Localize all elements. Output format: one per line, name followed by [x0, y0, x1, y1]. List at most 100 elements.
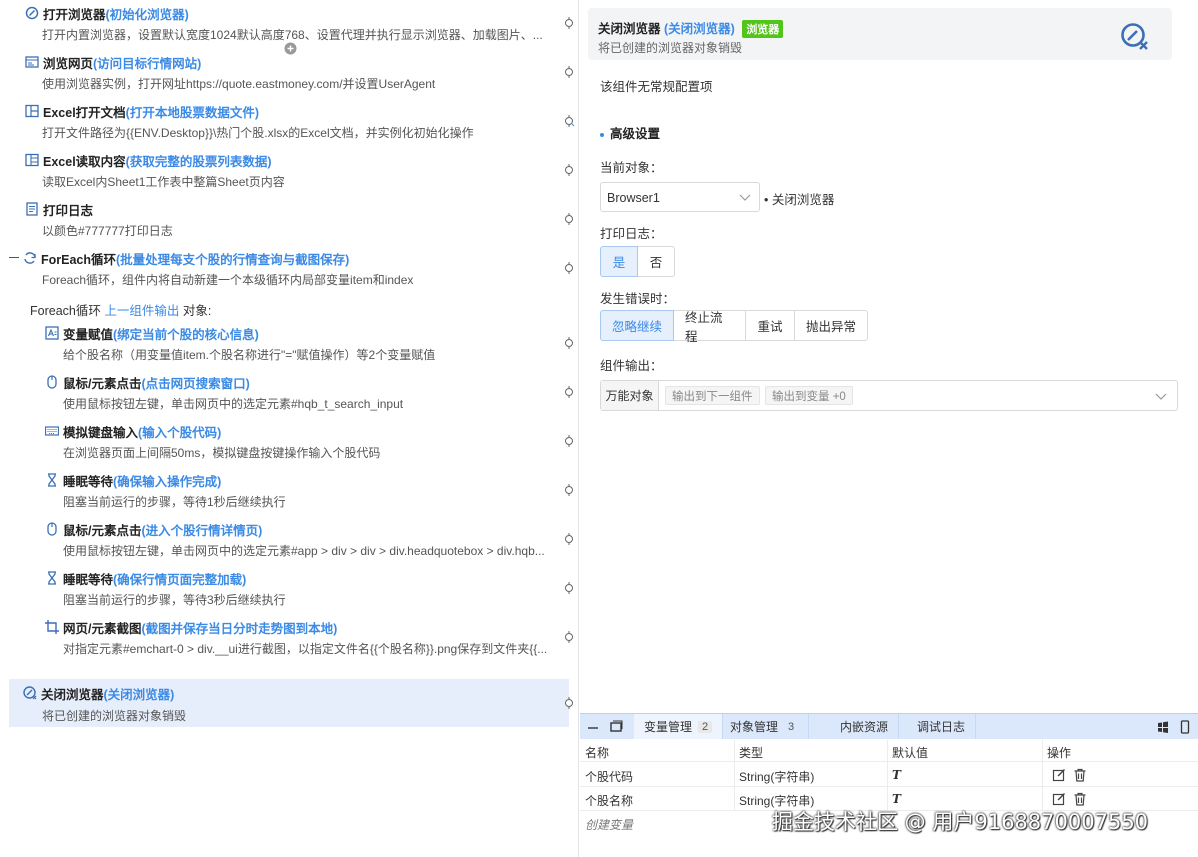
- flow-step-foreach[interactable]: ForEach循环 (批量处理每支个股的行情查询与截图保存) Foreach循环…: [0, 247, 560, 293]
- excel-read-icon: [25, 153, 39, 167]
- step-desc: 使用浏览器实例，打开网址https://quote.eastmoney.com/…: [42, 77, 436, 91]
- flow-step-keyboard[interactable]: 模拟键盘输入 (输入个股代码) 在浏览器页面上间隔50ms，模拟键盘按键操作输入个…: [0, 420, 560, 466]
- connector-handle-icon[interactable]: [563, 262, 575, 274]
- on-error-ignore-button[interactable]: 忽略继续: [600, 310, 674, 341]
- mouse-icon: [45, 375, 59, 389]
- no-config-text: 该组件无常规配置项: [600, 80, 713, 94]
- print-log-yes-button[interactable]: 是: [600, 246, 638, 277]
- step-alias: (确保输入操作完成): [113, 474, 222, 489]
- chevron-down-icon: [739, 194, 751, 201]
- current-object-label: 当前对象：: [600, 161, 663, 175]
- step-title: ForEach循环: [41, 252, 117, 267]
- flow-step-assign[interactable]: 变量赋值 (绑定当前个股的核心信息) 给个股名称（用变量值item.个股名称进行"…: [0, 322, 560, 368]
- output-label: 组件输出：: [600, 359, 663, 373]
- step-alias: (打开本地股票数据文件): [125, 105, 259, 120]
- advanced-settings-heading: 高级设置: [600, 123, 660, 142]
- step-alias: (确保行情页面完整加载): [113, 572, 247, 587]
- flow-panel: 打开浏览器 (初始化浏览器) 打开内置浏览器，设置默认宽度1024默认高度768、…: [0, 0, 578, 857]
- connector-handle-icon[interactable]: [563, 337, 575, 349]
- flow-step-print-log[interactable]: 打印日志 以颜色#777777打印日志: [0, 198, 560, 244]
- flow-step-screenshot[interactable]: 网页/元素截图 (截图并保存当日分时走势图到本地) 对指定元素#emchart-0…: [0, 616, 560, 662]
- tab-objects[interactable]: 对象管理 3: [720, 714, 810, 739]
- edit-icon[interactable]: [1052, 792, 1066, 806]
- connector-handle-icon[interactable]: [563, 164, 575, 176]
- flow-step-excel-read[interactable]: Excel读取内容 (获取完整的股票列表数据) 读取Excel内Sheet1工作表…: [0, 149, 560, 195]
- foreach-target-label: Foreach循环 上一组件输出 对象:: [30, 300, 211, 319]
- var-default-type-icon[interactable]: T: [892, 768, 901, 782]
- tab-count-badge: 3: [788, 720, 795, 733]
- step-title: 鼠标/元素点击: [63, 523, 142, 538]
- connector-handle-icon[interactable]: [563, 213, 575, 225]
- output-chip-next[interactable]: 输出到下一组件: [665, 386, 760, 405]
- step-title: Excel读取内容: [43, 154, 126, 169]
- foreach-target-link[interactable]: 上一组件输出: [104, 304, 179, 318]
- connector-handle-icon[interactable]: [563, 631, 575, 643]
- output-select[interactable]: 万能对象 输出到下一组件 输出到变量 +0: [600, 380, 1178, 411]
- keyboard-icon: [45, 424, 59, 438]
- panel-divider[interactable]: [578, 0, 579, 857]
- table-row[interactable]: 个股代码 String(字符串) T: [580, 763, 1198, 787]
- crop-icon: [45, 620, 59, 634]
- on-error-throw-button[interactable]: 抛出异常: [794, 310, 868, 341]
- connector-handle-icon[interactable]: [563, 533, 575, 545]
- on-error-toggle: 忽略继续 终止流程 重试 抛出异常: [600, 310, 868, 344]
- step-alias: (输入个股代码): [138, 425, 222, 440]
- step-title: 睡眠等待: [63, 572, 114, 587]
- step-title: 关闭浏览器: [41, 687, 104, 702]
- col-type: 类型: [739, 746, 764, 760]
- tab-debug-log[interactable]: 调试日志: [907, 714, 977, 739]
- connector-handle-icon[interactable]: [563, 66, 575, 78]
- log-icon: [25, 202, 39, 216]
- loop-icon: [23, 251, 37, 265]
- step-title: 浏览网页: [43, 56, 94, 71]
- step-title: 打印日志: [43, 203, 94, 218]
- excel-open-icon: [25, 104, 39, 118]
- step-title: Excel打开文档: [43, 105, 126, 120]
- create-variable-link[interactable]: 创建变量: [585, 816, 633, 833]
- connector-handle-icon[interactable]: [563, 435, 575, 447]
- connector-handle-icon[interactable]: [563, 17, 575, 29]
- connector-handle-icon[interactable]: [563, 582, 575, 594]
- step-desc: 读取Excel内Sheet1工作表中整篇Sheet页内容: [42, 175, 285, 189]
- print-log-no-button[interactable]: 否: [637, 246, 675, 277]
- flow-step-excel-open[interactable]: Excel打开文档 (打开本地股票数据文件) 打开文件路径为{{ENV.Deskt…: [0, 100, 560, 146]
- flow-step-click-search[interactable]: 鼠标/元素点击 (点击网页搜索窗口) 使用鼠标按钮左键，单击网页中的选定元素#hq…: [0, 371, 560, 417]
- browser-icon: [25, 6, 39, 20]
- component-name: 关闭浏览器: [598, 22, 661, 36]
- on-error-retry-button[interactable]: 重试: [745, 310, 795, 341]
- step-title: 模拟键盘输入: [63, 425, 139, 440]
- connector-handle-icon[interactable]: [563, 386, 575, 398]
- step-desc: 打开内置浏览器，设置默认宽度1024默认高度768、设置代理并执行显示浏览器、加…: [42, 28, 543, 42]
- delete-icon[interactable]: [1073, 792, 1087, 806]
- minimize-icon[interactable]: [586, 720, 600, 734]
- step-desc: 打开文件路径为{{ENV.Desktop}}\热门个股.xlsx的Excel文档…: [42, 126, 474, 140]
- flow-step-click-detail[interactable]: 鼠标/元素点击 (进入个股行情详情页) 使用鼠标按钮左键，单击网页中的选定元素#a…: [0, 518, 560, 564]
- print-log-label: 打印日志：: [600, 227, 663, 241]
- restore-icon[interactable]: [609, 720, 623, 734]
- flow-step-open-browser[interactable]: 打开浏览器 (初始化浏览器) 打开内置浏览器，设置默认宽度1024默认高度768、…: [0, 2, 560, 48]
- flow-step-close-browser[interactable]: 关闭浏览器 (关闭浏览器) 将已创建的浏览器对象销毁: [9, 679, 569, 727]
- col-name: 名称: [585, 746, 610, 760]
- windows-icon[interactable]: [1156, 720, 1170, 734]
- edit-icon[interactable]: [1052, 768, 1066, 782]
- component-header: 关闭浏览器 (关闭浏览器) 浏览器 将已创建的浏览器对象销毁: [588, 8, 1172, 60]
- connector-handle-icon[interactable]: [563, 115, 575, 127]
- connector-handle-icon[interactable]: [563, 484, 575, 496]
- print-log-toggle: 是 否: [600, 246, 675, 277]
- current-object-select[interactable]: Browser1: [600, 182, 760, 212]
- flow-step-browse-web[interactable]: 浏览网页 (访问目标行情网站) 使用浏览器实例，打开网址https://quote…: [0, 51, 560, 97]
- tab-resources[interactable]: 内嵌资源: [830, 714, 900, 739]
- output-chip-variable[interactable]: 输出到变量 +0: [765, 386, 853, 405]
- flow-step-sleep-1[interactable]: 睡眠等待 (确保输入操作完成) 阻塞当前运行的步骤，等待1秒后继续执行: [0, 469, 560, 515]
- var-name: 个股代码: [585, 770, 634, 784]
- device-icon[interactable]: [1178, 720, 1192, 734]
- on-error-stop-button[interactable]: 终止流程: [673, 310, 746, 344]
- close-browser-icon: [1121, 23, 1148, 50]
- delete-icon[interactable]: [1073, 768, 1087, 782]
- tab-variables[interactable]: 变量管理 2: [634, 714, 724, 739]
- flow-step-sleep-2[interactable]: 睡眠等待 (确保行情页面完整加载) 阻塞当前运行的步骤，等待3秒后继续执行: [0, 567, 560, 613]
- output-kind: 万能对象: [601, 381, 659, 410]
- connector-handle-icon[interactable]: [563, 697, 575, 709]
- close-browser-icon: [23, 686, 37, 700]
- var-default-type-icon[interactable]: T: [892, 792, 901, 806]
